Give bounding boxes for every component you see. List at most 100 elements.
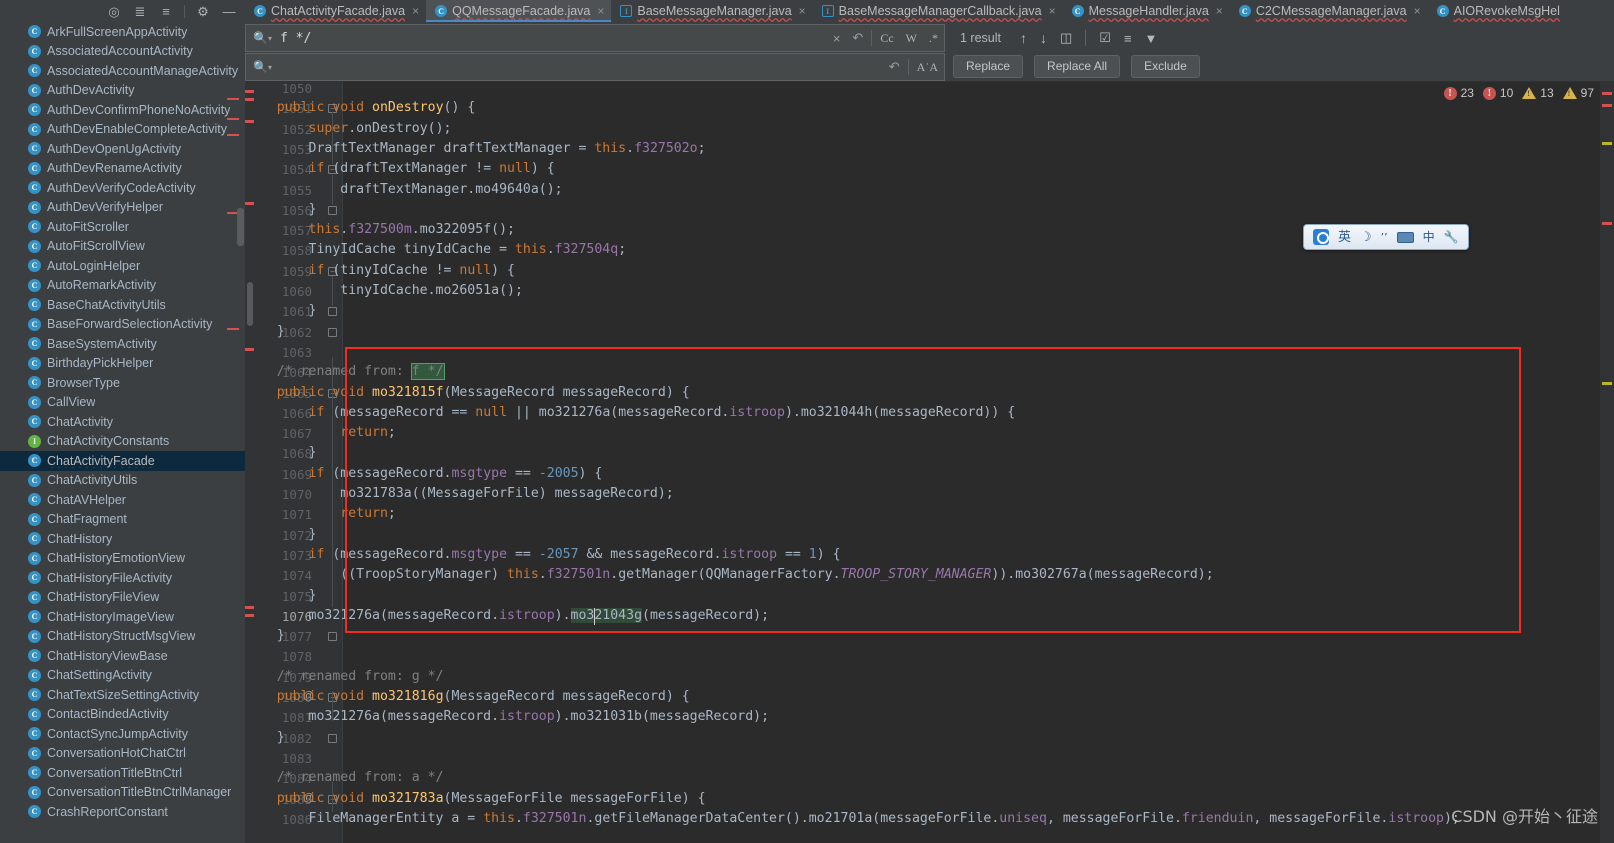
analysis-warning-mark[interactable] [1602, 382, 1612, 385]
code-line[interactable]: public void mo321815f(MessageRecord mess… [245, 383, 690, 403]
sidebar-item-authdevrenameactivity[interactable]: C AuthDevRenameActivity [0, 159, 245, 179]
code-line[interactable]: } [245, 322, 285, 342]
sidebar-item-associatedaccountactivity[interactable]: C AssociatedAccountActivity [0, 42, 245, 62]
close-tab-icon[interactable]: × [597, 4, 604, 18]
sidebar-item-autofitscrollview[interactable]: C AutoFitScrollView [0, 237, 245, 257]
find-field-row[interactable]: 🔍▾ × ↶ Cc W .* [245, 24, 945, 52]
fold-end-icon[interactable] [328, 205, 337, 215]
sidebar-item-chatfragment[interactable]: C ChatFragment [0, 510, 245, 530]
editor-tab-aiorevokemsghel[interactable]: C AIORevokeMsgHel [1428, 0, 1567, 22]
hide-panel-icon[interactable]: — [221, 3, 237, 19]
analysis-scrollbar[interactable] [1600, 82, 1614, 843]
code-line[interactable]: } [245, 728, 285, 748]
sidebar-item-authdevopenugactivity[interactable]: C AuthDevOpenUgActivity [0, 139, 245, 159]
open-in-find-window-icon[interactable]: ◫ [1060, 30, 1072, 46]
sidebar-item-contactbindedactivity[interactable]: C ContactBindedActivity [0, 705, 245, 725]
replace-field-row[interactable]: 🔍 ▾ ↶ A˙A [245, 53, 945, 81]
code-line[interactable]: this.f327500m.mo322095f(); [245, 220, 515, 240]
sidebar-item-autologinhelper[interactable]: C AutoLoginHelper [0, 256, 245, 276]
code-line[interactable]: /* renamed from: a */ [245, 768, 444, 788]
code-line[interactable]: if (messageRecord.msgtype == -2005) { [245, 464, 603, 484]
close-tab-icon[interactable]: × [1216, 4, 1223, 18]
editor-tab-bar[interactable]: C ChatActivityFacade.java × C QQMessageFacad… [245, 0, 1614, 22]
sidebar-item-associatedaccountmanageactivity[interactable]: C AssociatedAccountManageActivity [0, 61, 245, 81]
fold-end-icon[interactable] [328, 307, 337, 317]
code-line[interactable]: TinyIdCache tinyIdCache = this.f327504q; [245, 240, 627, 260]
code-line[interactable]: } [245, 200, 317, 220]
sidebar-item-chathistoryfileactivity[interactable]: C ChatHistoryFileActivity [0, 568, 245, 588]
sidebar-item-authdevconfirmphonenoactivity[interactable]: C AuthDevConfirmPhoneNoActivity [0, 100, 245, 120]
fold-end-icon[interactable] [328, 327, 337, 337]
replace-input[interactable] [279, 59, 883, 75]
code-line[interactable]: } [245, 301, 317, 321]
analysis-error-mark[interactable] [1602, 104, 1612, 107]
sidebar-item-chatavhelper[interactable]: C ChatAVHelper [0, 490, 245, 510]
sidebar-item-arkfullscreenappactivity[interactable]: C ArkFullScreenAppActivity [0, 22, 245, 42]
filter-icon[interactable]: ▼ [1145, 31, 1158, 46]
code-line[interactable]: FileManagerEntity a = this.f327501n.getF… [245, 809, 1460, 829]
project-tree[interactable]: C ArkFullScreenAppActivity C AssociatedAcco… [0, 22, 245, 843]
settings-gear-icon[interactable]: ⚙ [195, 3, 211, 19]
search-input[interactable] [279, 30, 827, 46]
code-line[interactable]: mo321276a(messageRecord.istroop).mo32104… [245, 606, 769, 626]
expand-all-icon[interactable]: ≡ [158, 3, 174, 19]
fold-end-icon[interactable] [328, 733, 337, 743]
collapse-all-icon[interactable]: ≣ [132, 3, 148, 19]
match-case-toggle[interactable]: Cc [874, 31, 899, 46]
code-line[interactable]: mo321276a(messageRecord.istroop).mo32103… [245, 707, 770, 727]
sidebar-item-conversationtitlebtnctrlmanager[interactable]: C ConversationTitleBtnCtrlManager [0, 783, 245, 803]
sidebar-item-chatsettingactivity[interactable]: C ChatSettingActivity [0, 666, 245, 686]
ime-toolbar[interactable]: 英 ☽ ’’ 中 🔧 [1303, 224, 1469, 250]
find-navigation[interactable]: ↑ ↓ ◫ ☑ ≡ ▼ [1020, 24, 1157, 52]
sidebar-item-callview[interactable]: C CallView [0, 393, 245, 413]
exclude-button[interactable]: Exclude [1131, 54, 1200, 78]
replace-button[interactable]: Replace [953, 54, 1024, 78]
warning-count-1[interactable]: 13 [1522, 86, 1554, 100]
code-line[interactable]: if (draftTextManager != null) { [245, 159, 555, 179]
sidebar-item-contactsyncjumpactivity[interactable]: C ContactSyncJumpActivity [0, 724, 245, 744]
code-line[interactable]: mo321783a((MessageForFile) messageRecord… [245, 484, 673, 504]
warning-count-2[interactable]: 97 [1562, 86, 1594, 100]
close-tab-icon[interactable]: × [799, 4, 806, 18]
code-line[interactable]: if (messageRecord == null || mo321276a(m… [245, 403, 1016, 423]
clear-search-icon[interactable]: × [827, 31, 847, 46]
code-line[interactable]: super.onDestroy(); [245, 119, 452, 139]
code-line[interactable]: public void mo321816g(MessageRecord mess… [245, 687, 690, 707]
replace-buttons[interactable]: Replace Replace All Exclude [953, 54, 1200, 78]
code-line[interactable]: return; [245, 423, 396, 443]
replace-all-button[interactable]: Replace All [1034, 54, 1121, 78]
ime-toolbox-icon[interactable]: 🔧 [1444, 231, 1459, 243]
error-count-2[interactable]: ! 10 [1482, 86, 1513, 100]
sidebar-item-chathistoryimageview[interactable]: C ChatHistoryImageView [0, 607, 245, 627]
sidebar-item-chatactivityutils[interactable]: C ChatActivityUtils [0, 471, 245, 491]
sidebar-item-birthdaypickhelper[interactable]: C BirthdayPickHelper [0, 354, 245, 374]
sidebar-item-conversationhotchatctrl[interactable]: C ConversationHotChatCtrl [0, 744, 245, 764]
sidebar-item-chatactivity[interactable]: C ChatActivity [0, 412, 245, 432]
code-line[interactable]: /* renamed from: g */ [245, 667, 444, 687]
search-icon[interactable]: 🔍 ▾ [253, 31, 272, 45]
regex-toggle[interactable]: .* [923, 31, 944, 46]
ime-language-mode[interactable]: 英 [1338, 231, 1351, 244]
sidebar-item-basesystemactivity[interactable]: C BaseSystemActivity [0, 334, 245, 354]
code-line[interactable]: public void onDestroy() { [245, 98, 476, 118]
ime-handwriting-icon[interactable]: 中 [1423, 231, 1435, 243]
code-line[interactable]: tinyIdCache.mo26051a(); [245, 281, 523, 301]
editor-tab-qqmessagefacade-java[interactable]: C QQMessageFacade.java × [426, 0, 612, 22]
editor-tab-c2cmessagemanager-java[interactable]: C C2CMessageManager.java × [1230, 0, 1428, 22]
close-tab-icon[interactable]: × [412, 4, 419, 18]
sidebar-item-basechatactivityutils[interactable]: C BaseChatActivityUtils [0, 295, 245, 315]
words-toggle[interactable]: W [900, 31, 923, 46]
editor-tab-basemessagemanagercallback-java[interactable]: I BaseMessageManagerCallback.java × [813, 0, 1063, 22]
code-line[interactable]: ((TroopStoryManager) this.f327501n.getMa… [245, 565, 1213, 585]
code-line[interactable]: if (messageRecord.msgtype == -2057 && me… [245, 545, 841, 565]
sidebar-item-chattextsizesettingactivity[interactable]: C ChatTextSizeSettingActivity [0, 685, 245, 705]
sidebar-item-browsertype[interactable]: C BrowserType [0, 373, 245, 393]
editor-tab-messagehandler-java[interactable]: C MessageHandler.java × [1063, 0, 1230, 22]
replace-history-icon[interactable]: ↶ [883, 59, 906, 75]
code-line[interactable]: } [245, 525, 317, 545]
ime-logo-icon[interactable] [1313, 229, 1329, 245]
analysis-error-mark[interactable] [1602, 92, 1612, 95]
sidebar-item-autofitscroller[interactable]: C AutoFitScroller [0, 217, 245, 237]
ime-punctuation-icon[interactable]: ’’ [1381, 232, 1388, 243]
code-line[interactable]: } [245, 443, 317, 463]
